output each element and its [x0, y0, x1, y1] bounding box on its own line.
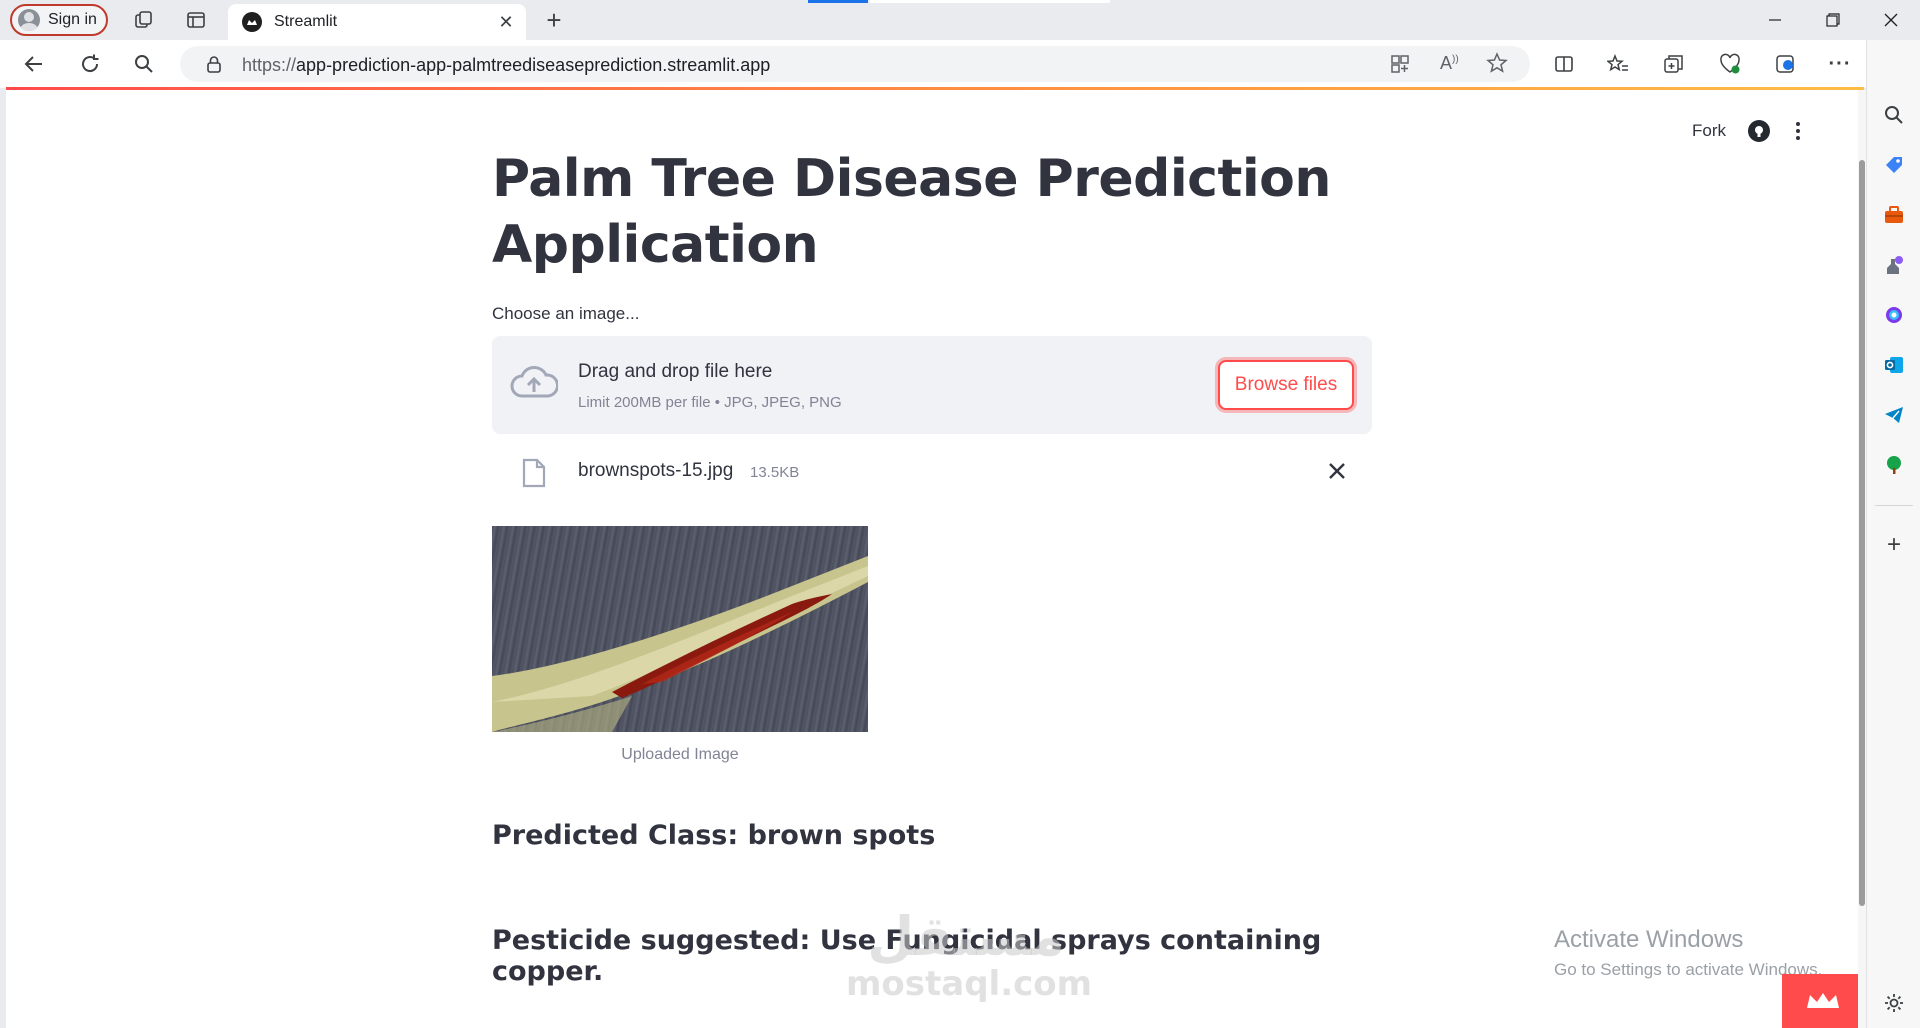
page-scrollbar-thumb[interactable]	[1859, 160, 1865, 906]
signin-label: Sign in	[48, 11, 97, 28]
uploader-label: Choose an image...	[492, 304, 640, 323]
tab-title: Streamlit	[274, 13, 338, 30]
main-content: Palm Tree Disease Prediction Application…	[492, 146, 1372, 987]
favorites-icon[interactable]	[1600, 48, 1636, 80]
search-button[interactable]	[126, 48, 162, 80]
lock-icon[interactable]	[206, 55, 222, 78]
url-text[interactable]: https://app-prediction-app-palmtreedisea…	[242, 55, 770, 76]
split-screen-icon[interactable]	[1546, 48, 1582, 80]
main-menu-icon[interactable]	[1792, 122, 1804, 140]
profile-signin-button[interactable]: Sign in	[10, 4, 108, 36]
file-size: 13.5KB	[750, 464, 800, 481]
address-bar[interactable]: https://app-prediction-app-palmtreedisea…	[180, 46, 1530, 82]
sidebar-search-icon[interactable]	[1879, 100, 1909, 130]
predicted-class-heading: Predicted Class: brown spots	[492, 820, 936, 851]
sidebar-outlook-icon[interactable]	[1879, 350, 1909, 380]
sidebar-shopping-icon[interactable]	[1879, 150, 1909, 180]
read-aloud-icon[interactable]: A))	[1440, 53, 1459, 74]
edge-sidebar: +	[1866, 40, 1920, 1028]
minimize-button[interactable]	[1746, 0, 1804, 40]
refresh-button[interactable]	[72, 48, 108, 80]
app-header-actions: Fork	[1692, 120, 1804, 142]
sidebar-games-icon[interactable]	[1879, 250, 1909, 280]
dropzone-limit: Limit 200MB per file • JPG, JPEG, PNG	[578, 394, 842, 411]
browse-files-button[interactable]: Browse files	[1218, 360, 1354, 410]
profile-avatar-icon	[18, 9, 40, 31]
sidebar-office-icon[interactable]	[1879, 300, 1909, 330]
close-window-button[interactable]	[1862, 0, 1920, 40]
app-available-icon[interactable]	[1390, 54, 1410, 79]
refresh-icon	[82, 54, 99, 73]
streamlit-app-page: Fork Palm Tree Disease Prediction Applic…	[6, 90, 1864, 1028]
arrow-left-icon	[24, 56, 42, 72]
search-icon	[135, 55, 153, 73]
collections-icon[interactable]	[1656, 48, 1692, 80]
tab-close-icon[interactable]: ✕	[494, 10, 518, 34]
sidebar-telegram-icon[interactable]	[1879, 400, 1909, 430]
activate-windows-notice: Activate Windows Go to Settings to activ…	[1554, 926, 1822, 980]
uploaded-image	[492, 526, 868, 732]
remove-file-close-icon[interactable]	[1322, 456, 1352, 486]
fork-link[interactable]: Fork	[1692, 121, 1726, 141]
crown-icon	[1807, 993, 1839, 1008]
workspaces-icon[interactable]	[128, 4, 160, 36]
favorite-star-icon[interactable]	[1486, 52, 1508, 79]
streamlit-crown-badge[interactable]	[1782, 974, 1864, 1028]
edge-drop-icon[interactable]	[1768, 48, 1804, 80]
browser-tab-strip: Sign in Streamlit ✕ +	[0, 0, 1920, 40]
sidebar-settings-gear-icon[interactable]	[1879, 988, 1909, 1018]
file-name: brownspots-15.jpg	[578, 460, 734, 481]
sidebar-tools-icon[interactable]	[1879, 200, 1909, 230]
restore-button[interactable]	[1804, 0, 1862, 40]
url-scheme: https://	[242, 55, 297, 75]
cloud-upload-icon	[510, 365, 560, 405]
file-dropzone[interactable]: Drag and drop file here Limit 200MB per …	[492, 336, 1372, 434]
mostaql-watermark: مستقل mostaql.com	[846, 905, 1093, 1004]
tab-indicator-active	[808, 0, 868, 3]
browser-toolbar: https://app-prediction-app-palmtreedisea…	[0, 40, 1920, 88]
watermark-english: mostaql.com	[846, 964, 1093, 1004]
new-tab-button[interactable]: +	[538, 4, 570, 36]
more-menu-icon[interactable]: ···	[1822, 48, 1858, 80]
activate-windows-title: Activate Windows	[1554, 926, 1744, 953]
uploaded-file-row: brownspots-15.jpg 13.5KB	[492, 434, 1372, 512]
url-host: app-prediction-app-palmtreediseasepredic…	[296, 55, 771, 75]
file-icon	[522, 458, 546, 493]
tab-streamlit[interactable]: Streamlit ✕	[228, 4, 526, 40]
sidebar-divider	[1875, 505, 1913, 506]
browser-essentials-icon[interactable]	[1712, 48, 1748, 80]
watermark-arabic: مستقل	[867, 905, 1065, 968]
tab-indicator	[870, 0, 1110, 3]
dropzone-instruction: Drag and drop file here	[578, 361, 773, 382]
github-icon[interactable]	[1748, 120, 1770, 142]
new-tab-label: +	[546, 4, 562, 35]
back-button[interactable]	[16, 48, 52, 80]
streamlit-favicon-icon	[242, 12, 262, 32]
page-title: Palm Tree Disease Prediction Application	[492, 149, 1331, 275]
vertical-tabs-icon[interactable]	[180, 4, 212, 36]
sidebar-tree-icon[interactable]	[1879, 450, 1909, 480]
image-caption: Uploaded Image	[621, 746, 739, 763]
sidebar-add-icon[interactable]: +	[1879, 530, 1909, 560]
